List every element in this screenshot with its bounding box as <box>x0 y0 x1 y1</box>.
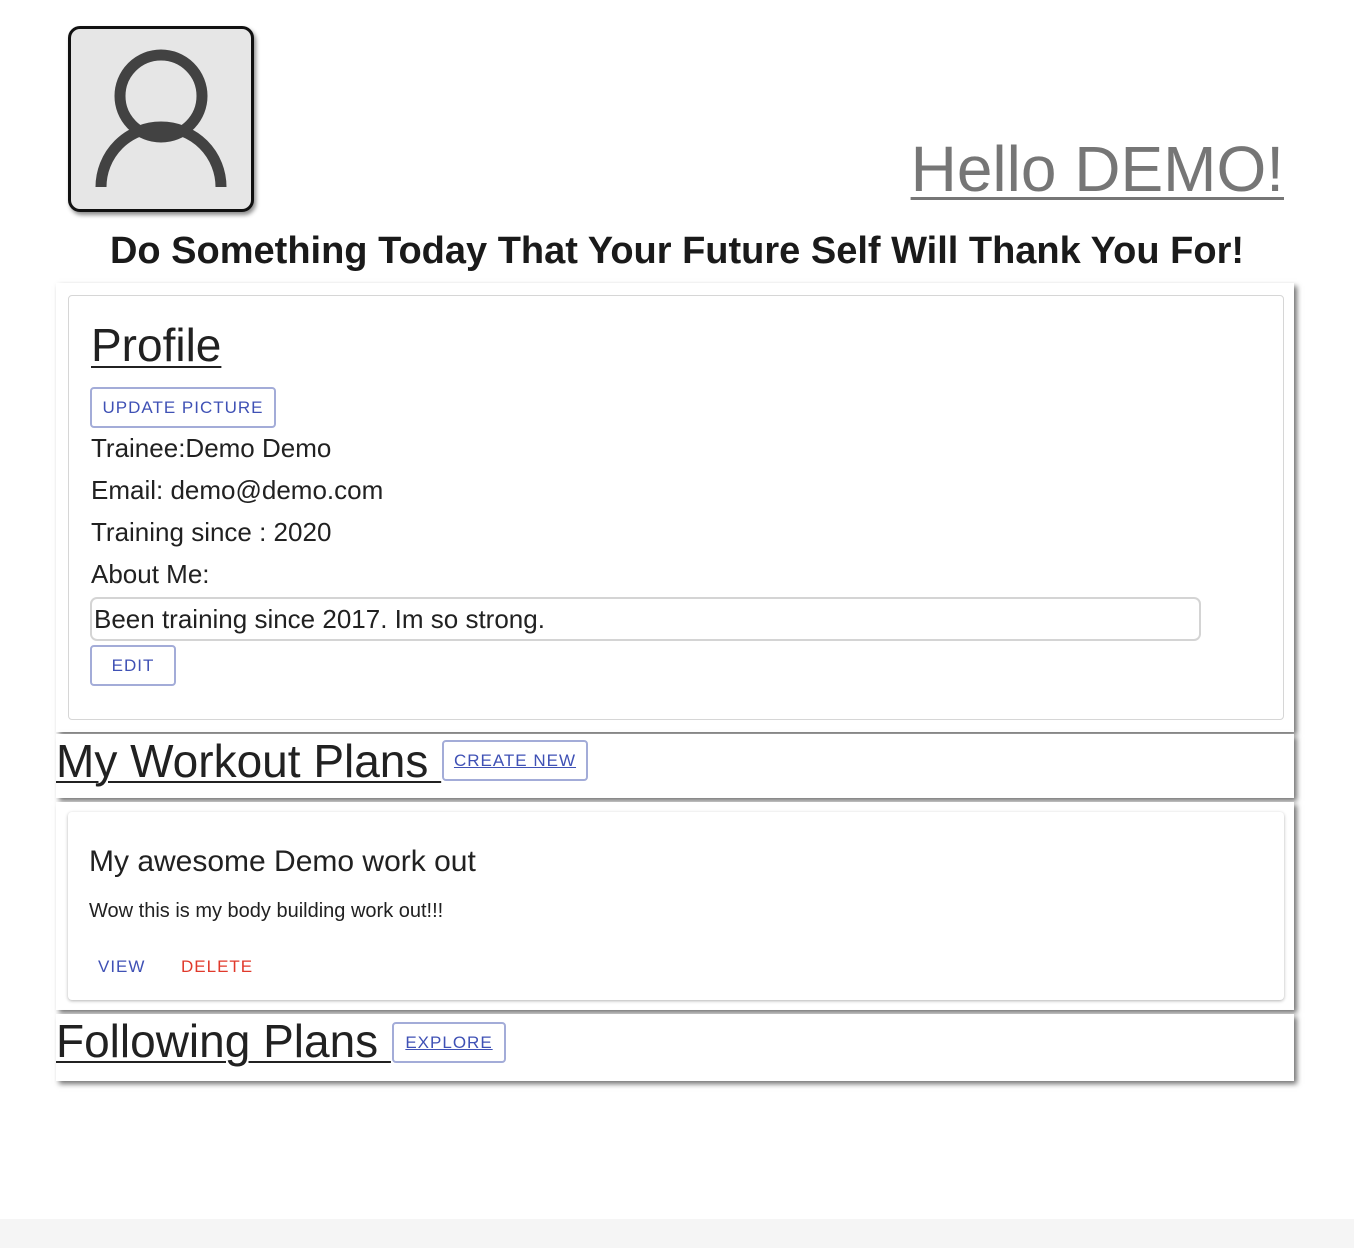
training-since: Training since : 2020 <box>91 517 332 547</box>
delete-plan-button[interactable]: DELETE <box>181 957 253 977</box>
following-plans-title: Following Plans <box>56 1015 391 1067</box>
about-me-label: About Me: <box>91 559 210 589</box>
update-picture-button[interactable]: UPDATE PICTURE <box>90 387 276 428</box>
plan-title: My awesome Demo work out <box>89 845 476 878</box>
avatar <box>68 26 254 212</box>
greeting-link[interactable]: Hello DEMO! <box>911 132 1284 206</box>
about-me-field[interactable]: Been training since 2017. Im so strong. <box>90 597 1201 641</box>
explore-button[interactable]: EXPLORE <box>392 1022 506 1063</box>
view-plan-button[interactable]: VIEW <box>98 957 145 977</box>
plan-description: Wow this is my body building work out!!! <box>89 900 444 922</box>
workout-plans-header: My Workout Plans CREATE NEW <box>56 734 1294 798</box>
profile-title: Profile <box>91 319 222 371</box>
trainee-email: Email: demo@demo.com <box>91 475 384 505</box>
profile-card: Profile UPDATE PICTURE Trainee:Demo Demo… <box>68 295 1284 720</box>
profile-panel: Profile UPDATE PICTURE Trainee:Demo Demo… <box>56 283 1294 732</box>
following-plans-header: Following Plans EXPLORE <box>56 1014 1294 1081</box>
trainee-name: Trainee:Demo Demo <box>91 433 332 463</box>
page: Hello DEMO! Do Something Today That Your… <box>0 0 1354 1248</box>
motto-heading: Do Something Today That Your Future Self… <box>109 230 1245 272</box>
user-silhouette-icon <box>95 49 227 188</box>
create-new-button[interactable]: CREATE NEW <box>442 740 588 781</box>
edit-button[interactable]: EDIT <box>90 645 176 686</box>
workout-plan-card: My awesome Demo work out Wow this is my … <box>68 812 1284 1000</box>
workout-plans-list: My awesome Demo work out Wow this is my … <box>56 802 1294 1010</box>
workout-plans-title: My Workout Plans <box>56 735 442 787</box>
footer-strip <box>0 1219 1354 1248</box>
